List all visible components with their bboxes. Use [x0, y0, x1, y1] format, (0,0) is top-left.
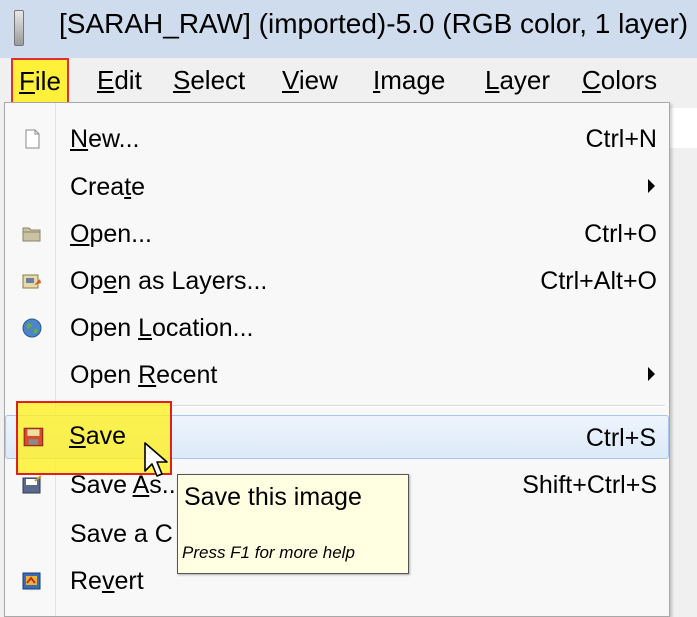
menu-colors[interactable]: Colors	[582, 62, 657, 98]
menu-file[interactable]: File	[11, 58, 69, 104]
shortcut-label: Shift+Ctrl+S	[522, 471, 657, 499]
app-icon	[14, 10, 24, 46]
tooltip-title: Save this image	[184, 483, 362, 511]
menu-item-open-location[interactable]: Open Location...	[5, 306, 669, 350]
menu-item-label: Open...	[70, 220, 153, 248]
menu-item-label: Revert	[70, 567, 144, 595]
menubar: File Edit Select View Image Layer Colors	[0, 58, 697, 104]
folder-icon	[22, 227, 41, 242]
menu-item-label: Open Recent	[70, 361, 218, 389]
shortcut-label: Ctrl+S	[585, 424, 656, 452]
menu-item-open-as-layers[interactable]: Open as Layers... Ctrl+Alt+O	[5, 259, 669, 303]
revert-icon	[22, 572, 41, 590]
submenu-arrow-icon	[648, 367, 655, 381]
tooltip-hint: Press F1 for more help	[182, 543, 355, 562]
shortcut-label: Ctrl+N	[585, 125, 657, 153]
title-bar: [SARAH_RAW] (imported)-5.0 (RGB color, 1…	[0, 0, 697, 58]
menu-select[interactable]: Select	[173, 62, 245, 98]
menu-image[interactable]: Image	[373, 62, 445, 98]
mouse-pointer-icon	[144, 442, 168, 477]
tooltip: Save this image Press F1 for more help	[177, 474, 409, 574]
submenu-arrow-icon	[648, 179, 655, 193]
menu-item-save-label: Save	[69, 422, 126, 450]
menu-item-label: Create	[70, 173, 146, 201]
menu-item-label: New...	[70, 125, 140, 153]
menu-item-create[interactable]: Create	[5, 165, 669, 209]
open-layers-icon	[22, 274, 41, 289]
menu-layer[interactable]: Layer	[485, 62, 550, 98]
menu-edit[interactable]: Edit	[97, 62, 142, 98]
window-title: [SARAH_RAW] (imported)-5.0 (RGB color, 1…	[59, 8, 689, 39]
canvas-area	[667, 104, 697, 617]
shortcut-label: Ctrl+O	[584, 220, 657, 248]
new-document-icon	[25, 129, 40, 149]
menu-item-new[interactable]: New... Ctrl+N	[5, 117, 669, 161]
menu-item-label: Save a C	[70, 520, 173, 548]
save-icon	[23, 427, 44, 447]
menu-view[interactable]: View	[282, 62, 338, 98]
ruler	[667, 108, 697, 148]
menu-item-open-recent[interactable]: Open Recent	[5, 353, 669, 397]
menu-item-open[interactable]: Open... Ctrl+O	[5, 212, 669, 256]
menu-item-label: Open Location...	[70, 314, 254, 342]
globe-icon	[22, 318, 42, 338]
shortcut-label: Ctrl+Alt+O	[540, 267, 657, 295]
menu-item-label: Open as Layers...	[70, 267, 268, 295]
save-as-icon	[22, 475, 42, 494]
